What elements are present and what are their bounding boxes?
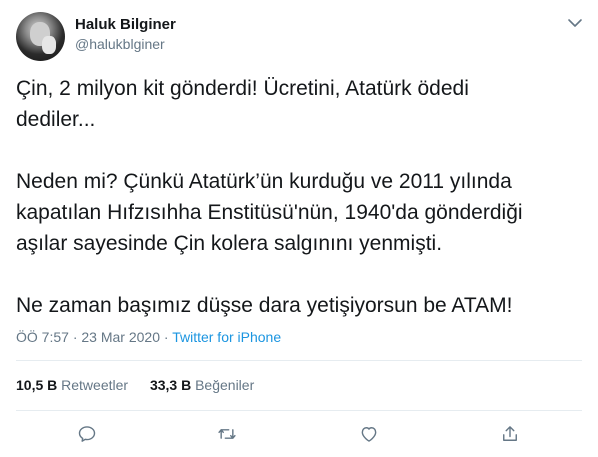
action-bar (0, 420, 598, 448)
share-button[interactable] (498, 422, 522, 446)
share-icon (503, 426, 517, 441)
retweets-label: Retweetler (61, 377, 129, 393)
tweet-line: Çin, 2 milyon kit gönderdi! Ücretini, At… (16, 77, 469, 100)
retweet-button[interactable] (215, 422, 239, 446)
divider (16, 360, 582, 361)
tweet-line: kapatılan Hıfzısıhha Enstitüsü'nün, 1940… (16, 201, 523, 224)
reply-icon (78, 426, 96, 442)
reply-button[interactable] (75, 422, 99, 446)
meta-separator: · (163, 329, 169, 345)
avatar-hand (42, 36, 56, 54)
user-handle[interactable]: @halukblginer (75, 35, 176, 54)
retweet-icon (218, 429, 236, 439)
tweet-date[interactable]: 23 Mar 2020 (81, 329, 160, 345)
tweet-stats: 10,5 B Retweetler 33,3 B Beğeniler (16, 376, 272, 395)
likes-count: 33,3 B (149, 377, 192, 393)
tweet-source-link[interactable]: Twitter for iPhone (172, 329, 281, 345)
likes-label: Beğeniler (195, 377, 255, 393)
tweet-line: dediler... (16, 108, 96, 131)
tweet-card: Haluk Bilginer @halukblginer Çin, 2 mily… (0, 0, 598, 457)
tweet-text: Çin, 2 milyon kit gönderdi! Ücretini, At… (16, 73, 582, 321)
tweet-header: Haluk Bilginer @halukblginer (16, 12, 584, 62)
avatar[interactable] (16, 12, 65, 61)
divider (16, 410, 582, 411)
like-button[interactable] (357, 422, 381, 446)
retweets-stat[interactable]: 10,5 B Retweetler (16, 376, 128, 395)
meta-separator: · (72, 329, 78, 345)
author-names: Haluk Bilginer @halukblginer (75, 15, 176, 54)
heart-icon (361, 427, 377, 442)
tweet-meta: ÖÖ 7:57 · 23 Mar 2020 · Twitter for iPho… (16, 328, 281, 347)
display-name[interactable]: Haluk Bilginer (75, 15, 176, 35)
chevron-down-icon[interactable] (566, 14, 584, 32)
tweet-line: Ne zaman başımız düşse dara yetişiyorsun… (16, 294, 513, 317)
likes-stat[interactable]: 33,3 B Beğeniler (150, 376, 254, 395)
tweet-line: aşılar sayesinde Çin kolera salgınını ye… (16, 232, 443, 255)
tweet-time[interactable]: ÖÖ 7:57 (16, 329, 69, 345)
tweet-line: Neden mi? Çünkü Atatürk’ün kurduğu ve 20… (16, 170, 512, 193)
retweets-count: 10,5 B (16, 377, 58, 393)
